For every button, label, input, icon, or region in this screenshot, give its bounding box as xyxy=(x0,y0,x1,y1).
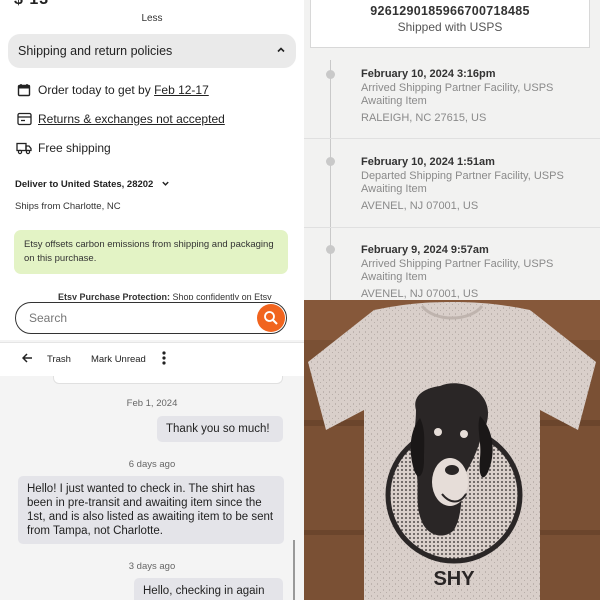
delivery-dates-link[interactable]: Feb 12-17 xyxy=(154,83,209,97)
chevron-down-icon xyxy=(161,179,170,190)
timeline-dot xyxy=(326,157,335,166)
message-date: 6 days ago xyxy=(128,459,176,470)
tshirt-illustration: SHY xyxy=(304,300,600,600)
etsy-shipping-panel: $ 13 Less Shipping and return policies O… xyxy=(0,0,304,300)
policies-accordion[interactable]: Shipping and return policies xyxy=(8,34,296,68)
mark-unread-button[interactable]: Mark Unread xyxy=(91,354,146,365)
tracking-panel: 9261290185966700718485 Shipped with USPS… xyxy=(304,0,600,300)
tracking-header-card: 9261290185966700718485 Shipped with USPS xyxy=(310,0,590,48)
message-bubble: Hello! I just wanted to check in. The sh… xyxy=(18,476,284,544)
deliver-to-text: Deliver to United States, 28202 xyxy=(15,179,154,190)
carrier-text: Shipped with USPS xyxy=(397,20,503,34)
event-status: Departed Shipping Partner Facility, USPS… xyxy=(361,170,564,195)
policies-title: Shipping and return policies xyxy=(18,44,173,58)
divider xyxy=(304,227,600,228)
event-status: Arrived Shipping Partner Facility, USPS … xyxy=(361,82,554,107)
purchase-protection-text: Etsy Purchase Protection: Shop confident… xyxy=(58,292,272,300)
shirt-text: SHY xyxy=(433,568,475,590)
returns-row: Returns & exchanges not accepted xyxy=(16,111,225,127)
event-location: RALEIGH, NC 27615, US xyxy=(361,112,487,124)
purchase-protection-body: Shop confidently on Etsy xyxy=(170,292,272,300)
deliver-to-selector[interactable]: Deliver to United States, 28202 xyxy=(15,179,170,190)
event-status: Arrived Shipping Partner Facility, USPS … xyxy=(361,258,554,283)
message-bubble: Thank you so much! xyxy=(157,416,283,442)
tracking-number[interactable]: 9261290185966700718485 xyxy=(311,4,589,18)
back-arrow-icon[interactable] xyxy=(21,353,33,366)
search-input[interactable]: Search xyxy=(15,302,287,334)
truck-icon xyxy=(16,140,32,156)
order-by-row: Order today to get by Feb 12-17 xyxy=(16,82,209,98)
less-link[interactable]: Less xyxy=(0,13,304,24)
calendar-icon xyxy=(16,82,32,98)
free-shipping-text: Free shipping xyxy=(38,141,111,155)
message-bubble: Hello, checking in again xyxy=(134,578,283,600)
message-date: Feb 1, 2024 xyxy=(126,398,178,409)
message-date: 3 days ago xyxy=(128,561,176,572)
more-vertical-icon[interactable] xyxy=(162,351,166,368)
messages-panel: Search Trash Mark Unread Feb 1, 2024 Tha… xyxy=(0,300,304,600)
tracking-event: February 10, 2024 1:51am Departed Shippi… xyxy=(361,156,591,212)
event-location: AVENEL, NJ 07001, US xyxy=(361,200,479,212)
event-datetime: February 10, 2024 3:16pm xyxy=(361,68,496,80)
carbon-offset-notice: Etsy offsets carbon emissions from shipp… xyxy=(14,230,288,274)
previous-message-edge xyxy=(53,376,283,384)
tshirt-photo: SHY xyxy=(304,300,600,600)
search-placeholder: Search xyxy=(29,311,68,325)
price-partial: $ 13 xyxy=(14,0,49,9)
returns-link[interactable]: Returns & exchanges not accepted xyxy=(38,112,225,126)
tracking-event: February 10, 2024 3:16pm Arrived Shippin… xyxy=(361,68,591,124)
timeline-dot xyxy=(326,245,335,254)
timeline-dot xyxy=(326,70,335,79)
free-shipping-row: Free shipping xyxy=(16,140,111,156)
tracking-event: February 9, 2024 9:57am Arrived Shipping… xyxy=(361,244,591,300)
event-datetime: February 10, 2024 1:51am xyxy=(361,156,495,168)
chevron-up-icon xyxy=(276,45,286,58)
event-location: AVENEL, NJ 07001, US xyxy=(361,288,479,300)
composite-screenshot: $ 13 Less Shipping and return policies O… xyxy=(0,0,600,600)
timeline-line xyxy=(330,60,331,300)
trash-button[interactable]: Trash xyxy=(47,354,71,365)
divider xyxy=(304,138,600,139)
ships-from-text: Ships from Charlotte, NC xyxy=(15,201,121,212)
message-toolbar: Trash Mark Unread xyxy=(0,342,304,376)
event-datetime: February 9, 2024 9:57am xyxy=(361,244,489,256)
search-button[interactable] xyxy=(257,304,285,332)
search-icon xyxy=(264,311,278,325)
returns-icon xyxy=(16,111,32,127)
scrollbar[interactable] xyxy=(293,540,295,600)
order-by-text: Order today to get by xyxy=(38,83,155,97)
search-bar-area: Search xyxy=(0,300,304,340)
purchase-protection-label: Etsy Purchase Protection: xyxy=(58,292,171,300)
